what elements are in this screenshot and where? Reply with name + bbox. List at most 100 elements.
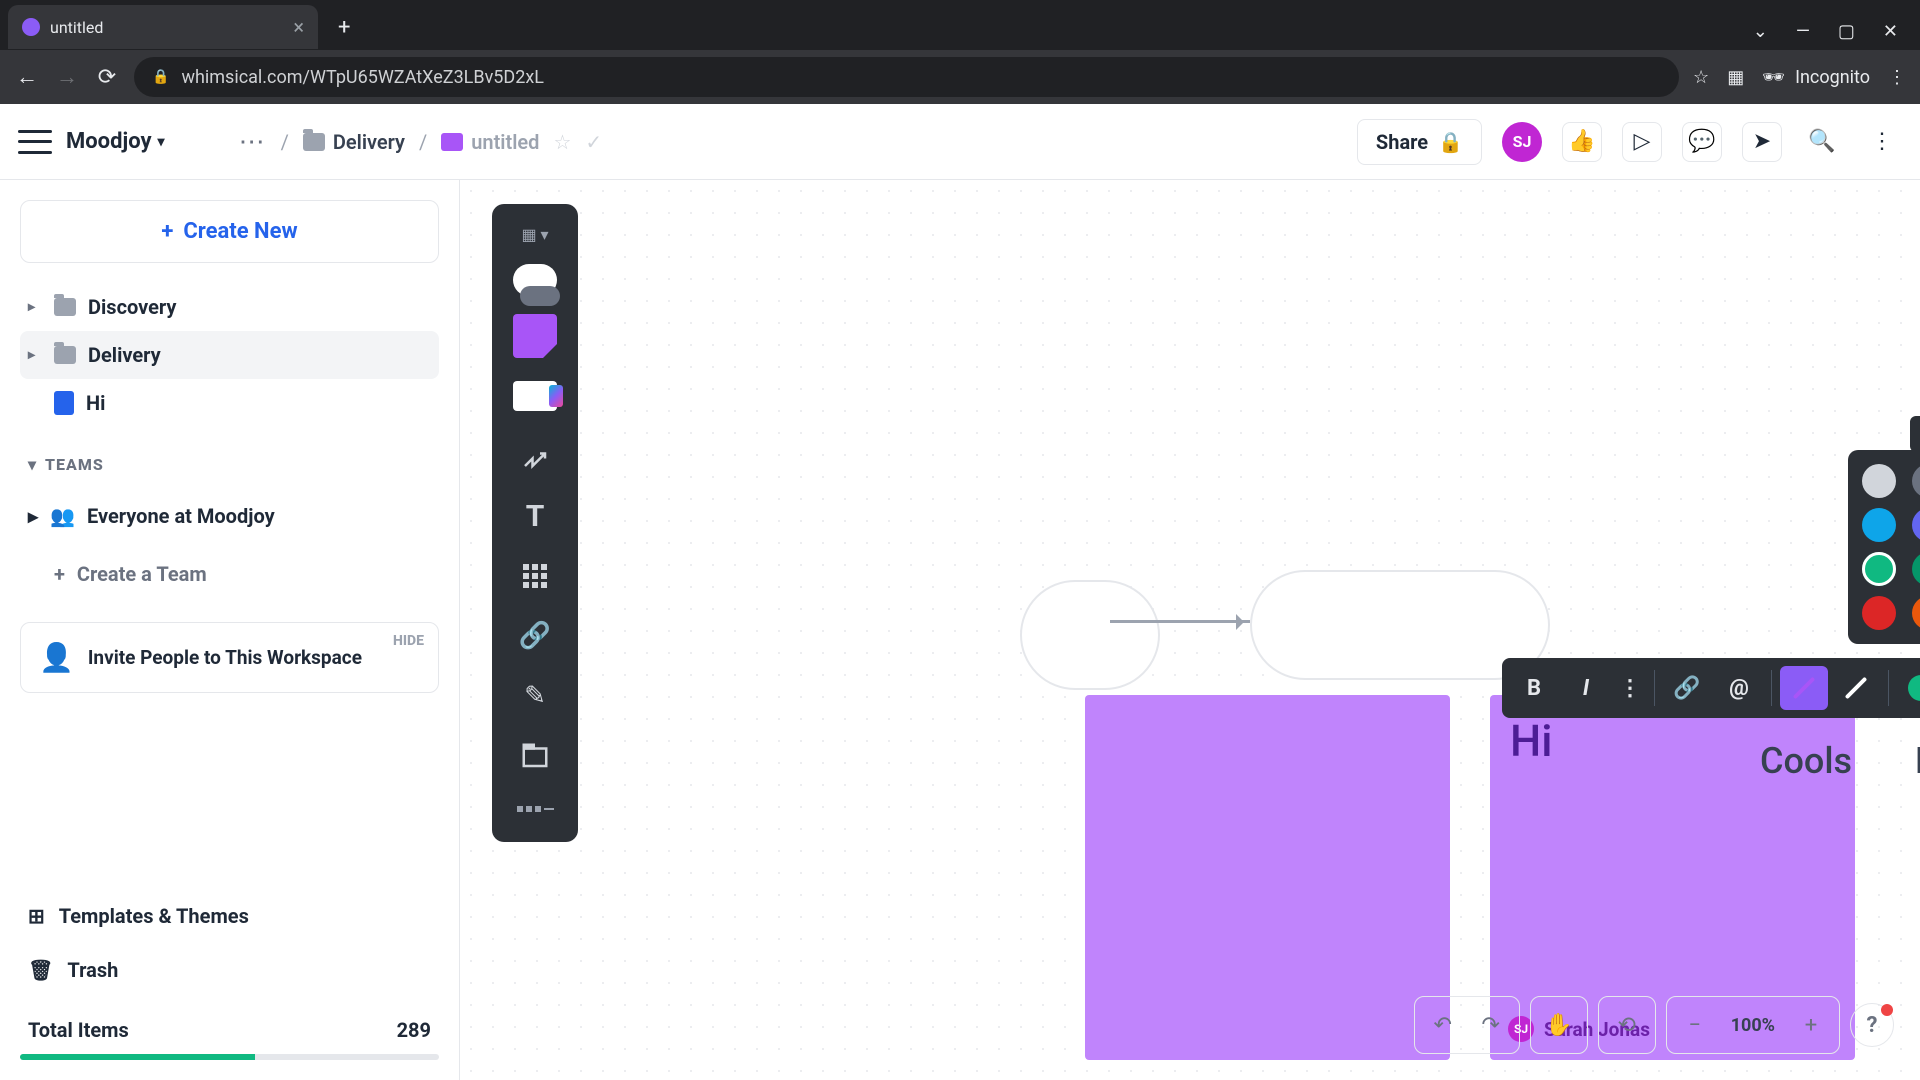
maximize-icon[interactable]: ▢ <box>1838 21 1855 42</box>
tool-link[interactable]: 🔗 <box>506 610 564 662</box>
tool-board-dropdown[interactable]: ▦ ▾ <box>506 218 564 250</box>
breadcrumb-folder[interactable]: Delivery <box>303 130 405 154</box>
tool-frame[interactable] <box>506 730 564 782</box>
reload-icon[interactable]: ⟳ <box>94 65 120 90</box>
canvas-shape-oval[interactable] <box>1020 580 1160 690</box>
create-team-button[interactable]: + Create a Team <box>20 550 439 598</box>
lock-icon: 🔒 <box>1438 130 1463 154</box>
send-icon[interactable]: ➤ <box>1742 122 1782 162</box>
color-swatch-blue[interactable] <box>1862 508 1896 542</box>
new-tab-button[interactable]: + <box>328 15 360 40</box>
notification-dot <box>1881 1004 1893 1016</box>
tab-close-icon[interactable]: × <box>293 15 304 39</box>
help-button[interactable]: ? <box>1850 1003 1894 1047</box>
tab-title: untitled <box>50 18 103 37</box>
text-more-button[interactable]: ⋮ <box>1614 666 1646 710</box>
sidebar-item-hi[interactable]: ▸ Hi <box>20 379 439 427</box>
color-swatch-green[interactable] <box>1912 552 1920 586</box>
zoom-out-button[interactable]: − <box>1673 1003 1717 1047</box>
bookmark-icon[interactable]: ☆ <box>1693 67 1709 88</box>
tool-more[interactable] <box>506 790 564 828</box>
bold-button[interactable]: B <box>1510 666 1558 710</box>
zoom-level[interactable]: 100% <box>1721 1015 1785 1036</box>
doc-icon <box>441 133 463 151</box>
comments-icon[interactable]: 💬 <box>1682 122 1722 162</box>
canvas-connector[interactable] <box>1110 620 1250 623</box>
sidebar-team-item[interactable]: ▸ 👥 Everyone at Moodjoy <box>20 492 439 540</box>
address-bar[interactable]: 🔒 whimsical.com/WTpU65WZAtXeZ3LBv5D2xL <box>134 57 1679 97</box>
tool-grid[interactable] <box>506 550 564 602</box>
chevron-right-icon: ▸ <box>28 299 42 315</box>
favorite-icon[interactable]: ☆ <box>553 130 571 154</box>
sidebar-item-discovery[interactable]: ▸ Discovery <box>20 283 439 331</box>
menu-toggle-icon[interactable] <box>18 130 52 154</box>
url-text: whimsical.com/WTpU65WZAtXeZ3LBv5D2xL <box>181 67 544 88</box>
breadcrumb-doc[interactable]: untitled <box>441 130 539 154</box>
stroke-color-button[interactable] <box>1780 666 1828 710</box>
invite-icon: 👤 <box>39 641 74 674</box>
templates-icon: ⊞ <box>28 904 45 928</box>
tool-card[interactable] <box>506 370 564 422</box>
sidebar-item-delivery[interactable]: ▸ Delivery <box>20 331 439 379</box>
incognito-indicator[interactable]: 🕶 Incognito <box>1762 67 1870 88</box>
minimize-icon[interactable]: ― <box>1796 21 1810 42</box>
incognito-icon: 🕶 <box>1762 67 1785 88</box>
color-swatch-gray[interactable] <box>1912 464 1920 498</box>
redo-button[interactable]: ↷ <box>1469 1003 1513 1047</box>
invite-card[interactable]: HIDE 👤 Invite People to This Workspace <box>20 622 439 693</box>
forward-icon: → <box>54 64 80 90</box>
undo-button[interactable]: ↶ <box>1421 1003 1465 1047</box>
team-icon: 👥 <box>50 504 75 528</box>
present-icon[interactable]: ▷ <box>1622 122 1662 162</box>
canvas-text-cools[interactable]: Cools <box>1760 740 1852 782</box>
total-items: Total Items 289 <box>20 1000 439 1048</box>
color-swatch-red[interactable] <box>1862 596 1896 630</box>
doc-icon <box>54 391 74 415</box>
canvas[interactable]: ▦ ▾ T 🔗 ✎ Hi SJ Sarah Jonas <box>460 180 1920 1080</box>
back-icon[interactable]: ← <box>14 64 40 90</box>
link-button[interactable]: 🔗 <box>1663 666 1711 710</box>
color-swatch-indigo[interactable] <box>1912 508 1920 542</box>
trash-link[interactable]: 🗑 Trash <box>20 946 439 994</box>
folder-icon <box>54 346 76 364</box>
mention-button[interactable]: @ <box>1715 666 1763 710</box>
zoom-in-button[interactable]: + <box>1789 1003 1833 1047</box>
tool-text[interactable]: T <box>506 490 564 542</box>
fill-color-button[interactable] <box>1897 666 1920 710</box>
app-menu-icon[interactable]: ⋮ <box>1862 122 1902 162</box>
canvas-sticky-note[interactable] <box>1085 695 1450 1060</box>
browser-tab[interactable]: untitled × <box>8 5 318 49</box>
hide-button[interactable]: HIDE <box>393 633 424 649</box>
search-icon[interactable]: 🔍 <box>1802 122 1842 162</box>
tool-sticky-note[interactable] <box>506 310 564 362</box>
tabs-dropdown-icon[interactable]: ⌄ <box>1753 21 1768 42</box>
templates-link[interactable]: ⊞ Templates & Themes <box>20 892 439 940</box>
canvas-text-branch[interactable]: Branch <box>1915 740 1920 782</box>
close-window-icon[interactable]: ✕ <box>1883 21 1898 42</box>
breadcrumb-more-icon[interactable]: ⋯ <box>239 127 267 157</box>
share-button[interactable]: Share 🔒 <box>1357 119 1482 165</box>
pan-tool-button[interactable]: ✋ <box>1537 1003 1581 1047</box>
color-swatch-orange[interactable] <box>1912 596 1920 630</box>
workspace-dropdown[interactable]: Moodjoy ▾ <box>66 129 165 154</box>
extensions-icon[interactable]: ▦ <box>1727 67 1744 88</box>
tool-draw[interactable]: ✎ <box>506 670 564 722</box>
breadcrumb: ⋯ / Delivery / untitled ☆ ✓ <box>239 127 603 157</box>
user-avatar[interactable]: SJ <box>1502 122 1542 162</box>
line-style-button[interactable] <box>1832 666 1880 710</box>
chevron-right-icon: ▸ <box>28 504 38 528</box>
browser-menu-icon[interactable]: ⋮ <box>1888 67 1906 88</box>
context-toolbar: B I ⋮ 🔗 @ ✦ ⧉ 💬 ⋯ ✕ <box>1502 658 1920 718</box>
like-icon[interactable]: 👍 <box>1562 122 1602 162</box>
chevron-down-icon: ▾ <box>158 134 165 150</box>
tab-favicon <box>22 18 40 36</box>
color-swatch-light-gray[interactable] <box>1862 464 1896 498</box>
italic-button[interactable]: I <box>1562 666 1610 710</box>
folder-icon <box>54 298 76 316</box>
history-button[interactable]: ⟲ <box>1605 1003 1649 1047</box>
chevron-right-icon: ▸ <box>28 347 42 363</box>
tool-connector[interactable] <box>506 430 564 482</box>
tool-shape[interactable] <box>506 258 564 302</box>
color-swatch-teal[interactable] <box>1862 552 1896 586</box>
create-new-button[interactable]: + Create New <box>20 200 439 263</box>
